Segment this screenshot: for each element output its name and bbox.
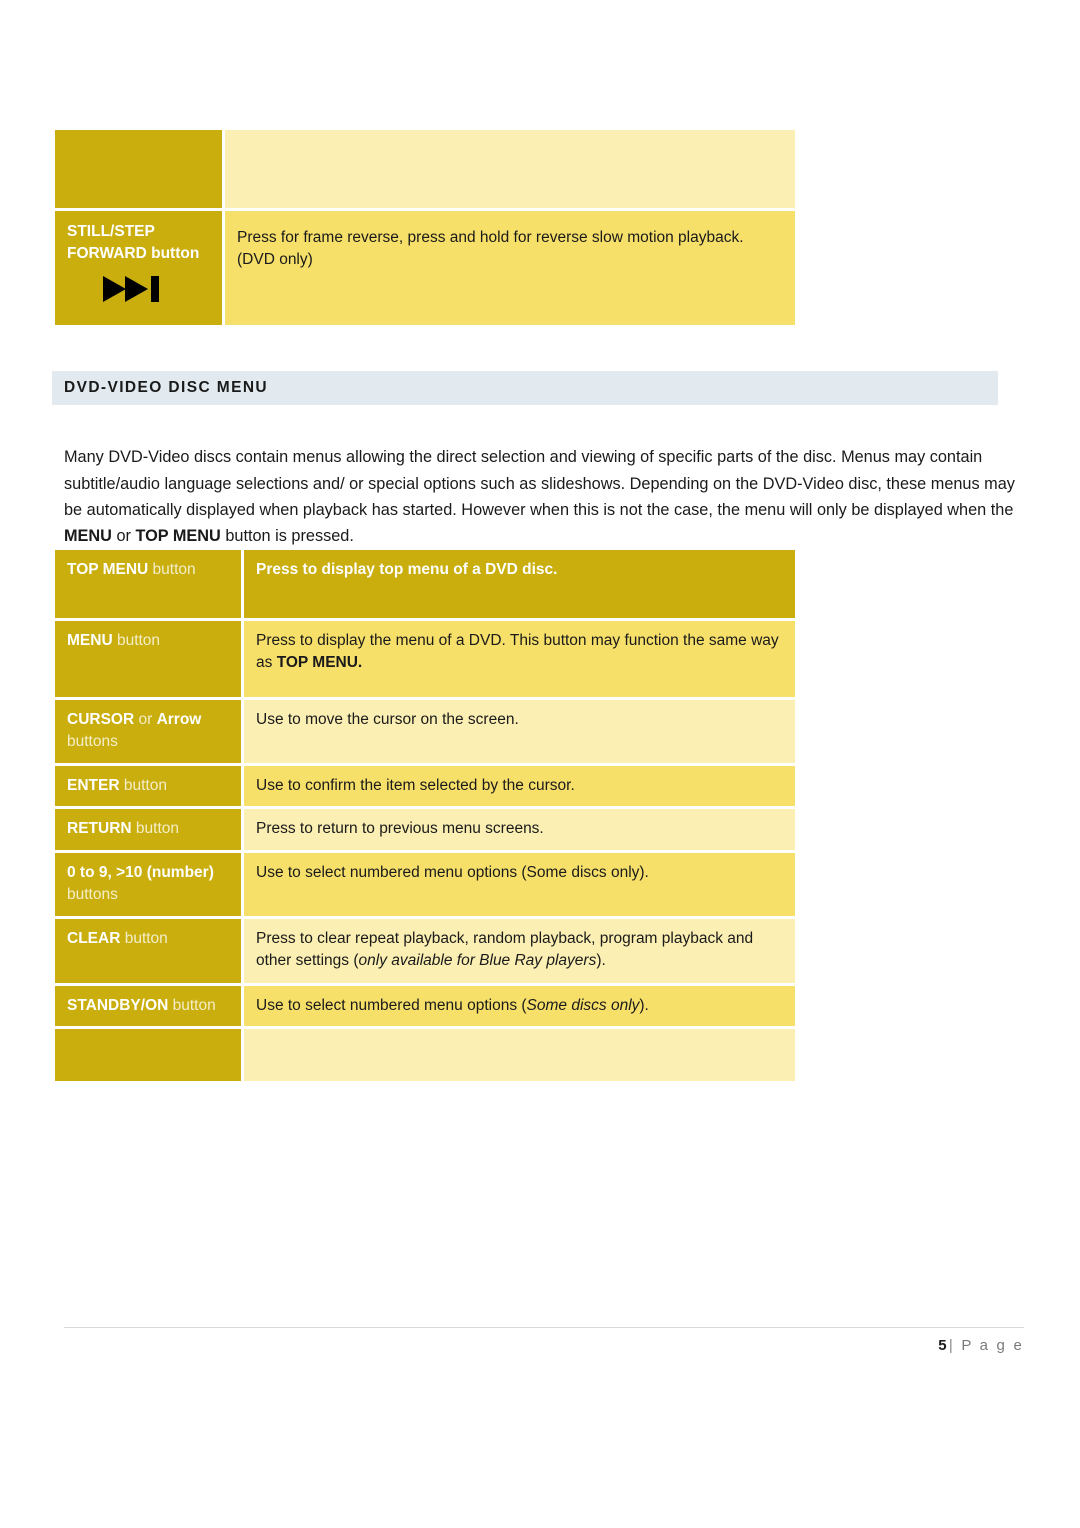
footer-page-number: 5| P a g e [938, 1337, 1024, 1354]
table-row: STANDBY/ON button Use to select numbered… [55, 985, 795, 1027]
document-page: STILL/STEP FORWARD button Press for fram… [0, 0, 1080, 1528]
row-standby-desc-post: ). [639, 996, 649, 1014]
page-title: DVD-VIDEO DISC MENU [64, 379, 269, 396]
row-enter-desc-cell: Use to confirm the item selected by the … [244, 765, 795, 807]
row-enter-label-cell: ENTER button [55, 765, 241, 807]
row-standby-desc-italic: Some discs only [526, 996, 640, 1014]
footer-divider [64, 1327, 1024, 1328]
row-menu-desc-cell: Press to display the menu of a DVD. This… [244, 621, 795, 697]
still-step-forward-desc-cell: Press for frame reverse, press and hold … [225, 211, 795, 325]
skip-forward-icon [103, 275, 171, 302]
dvd-menu-button-table: TOP MENU button Press to display top men… [52, 547, 798, 1084]
still-step-table: STILL/STEP FORWARD button Press for fram… [52, 127, 798, 328]
intro-paragraph-top-menu-bold: TOP MENU [135, 527, 221, 546]
table-row: TOP MENU button Press to display top men… [55, 550, 795, 618]
still-table-header-desc-cell [225, 130, 795, 208]
row-standby-desc-cell: Use to select numbered menu options (Som… [244, 985, 795, 1027]
row-standby-desc-pre: Use to select numbered menu options ( [256, 996, 527, 1014]
row-standby-label-cell: STANDBY/ON button [55, 985, 241, 1027]
row-clear-label-cell: CLEAR button [55, 918, 241, 983]
intro-paragraph-menu-bold: MENU [64, 527, 112, 546]
table-row: ENTER button Use to confirm the item sel… [55, 765, 795, 807]
skip-forward-bar [151, 275, 159, 302]
row-cursor-desc-cell: Use to move the cursor on the screen. [244, 700, 795, 763]
table-row: CLEAR button Press to clear repeat playb… [55, 918, 795, 983]
row-clear-desc-cell: Press to clear repeat playback, random p… [244, 918, 795, 983]
row-number-label-cell: 0 to 9, >10 (number) buttons [55, 852, 241, 916]
row-number-desc-cell: Use to select numbered menu options (Som… [244, 852, 795, 916]
still-step-label-line2: FORWARD button [67, 245, 200, 263]
row-top-menu-desc-cell: Press to display top menu of a DVD disc. [244, 550, 795, 618]
still-step-label-line1: STILL/STEP [67, 223, 155, 240]
row-clear-desc-post: ). [596, 952, 606, 970]
row-blank-label-cell [55, 1029, 241, 1082]
row-number-label-line1: 0 to 9, >10 (number) [67, 863, 214, 881]
row-cursor-label-line1: CURSOR or Arrow [67, 711, 202, 728]
skip-forward-triangle-1 [103, 275, 126, 302]
table-row: RETURN button Press to return to previou… [55, 809, 795, 850]
skip-forward-triangle-2 [125, 275, 148, 302]
row-cursor-label-cell: CURSOR or Arrow buttons [55, 700, 241, 763]
row-number-label-line2: buttons [67, 886, 118, 904]
table-row: 0 to 9, >10 (number) buttons Use to sele… [55, 852, 795, 916]
row-return-desc-cell: Press to return to previous menu screens… [244, 809, 795, 850]
table-row [55, 1029, 795, 1082]
footer-page-num: 5 [938, 1337, 949, 1354]
intro-paragraph-part1: Many DVD-Video discs contain menus allow… [64, 448, 1015, 520]
footer-page-separator: | [948, 1337, 955, 1354]
table-row [55, 130, 795, 208]
table-row: MENU button Press to display the menu of… [55, 621, 795, 697]
row-menu-desc-bold: TOP MENU. [276, 654, 363, 672]
intro-paragraph-part2: button is pressed. [220, 527, 354, 546]
intro-paragraph-mid: or [111, 527, 136, 546]
still-step-forward-label-cell: STILL/STEP FORWARD button [55, 211, 222, 325]
row-cursor-label-line2: buttons [67, 733, 118, 751]
intro-paragraph: Many DVD-Video discs contain menus allow… [64, 444, 1024, 550]
section-heading-bar: DVD-VIDEO DISC MENU [52, 371, 998, 405]
row-clear-desc-italic: only available for Blue Ray players [358, 952, 597, 970]
table-row: CURSOR or Arrow buttons Use to move the … [55, 700, 795, 763]
table-row: STILL/STEP FORWARD button Press for fram… [55, 211, 795, 325]
still-table-header-label-cell [55, 130, 222, 208]
row-menu-label-cell: MENU button [55, 621, 241, 697]
row-return-label-cell: RETURN button [55, 809, 241, 850]
footer-page-word: P a g e [961, 1337, 1024, 1354]
row-top-menu-label-cell: TOP MENU button [55, 550, 241, 618]
row-blank-desc-cell [244, 1029, 795, 1082]
